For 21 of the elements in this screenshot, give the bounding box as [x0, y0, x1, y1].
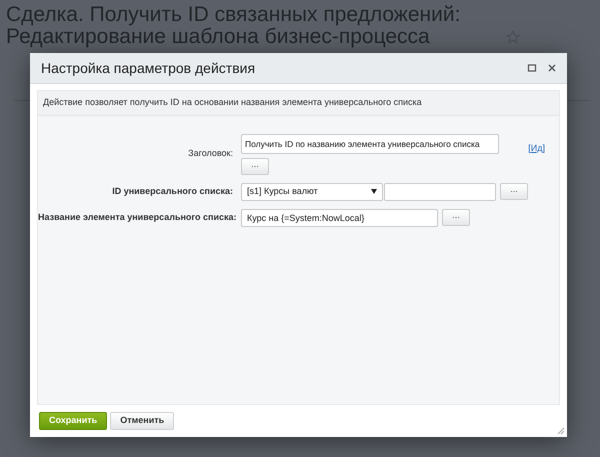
cancel-button[interactable]: Отменить	[110, 412, 174, 430]
input-field[interactable]: Курс на {=System:NowLocal}	[241, 208, 438, 226]
input-field[interactable]	[384, 182, 496, 200]
dropdown-arrow-icon	[371, 189, 377, 194]
list-select[interactable]: [s1] Курсы валют	[241, 182, 383, 200]
title-input[interactable]: Получить ID по названию элемента универсального списка	[241, 134, 499, 154]
id-link[interactable]: Ид	[530, 142, 542, 155]
bracket-text: ]	[542, 142, 545, 155]
field-label: ID универсального списка:	[111, 184, 233, 198]
dialog-title: Настройка параметров действия	[41, 58, 256, 78]
resize-grip-icon[interactable]	[557, 427, 565, 435]
page-title: Сделка. Получить ID связанных предложений: Редактирование шаблона бизнес-процесса	[6, 4, 462, 48]
field-label: Заголовок:	[187, 147, 233, 160]
select-value: [s1] Курсы валют	[247, 184, 318, 198]
ellipsis-button[interactable]: ...	[500, 182, 528, 200]
maximize-icon[interactable]	[527, 63, 537, 73]
ellipsis-button[interactable]: ...	[442, 208, 470, 226]
close-icon[interactable]	[547, 63, 557, 73]
description-bar: Действие позволяет получить ID на основании названия элемента универсального списка	[38, 91, 559, 116]
bracket-text: [	[528, 142, 531, 155]
ellipsis-button[interactable]: ...	[241, 158, 269, 174]
